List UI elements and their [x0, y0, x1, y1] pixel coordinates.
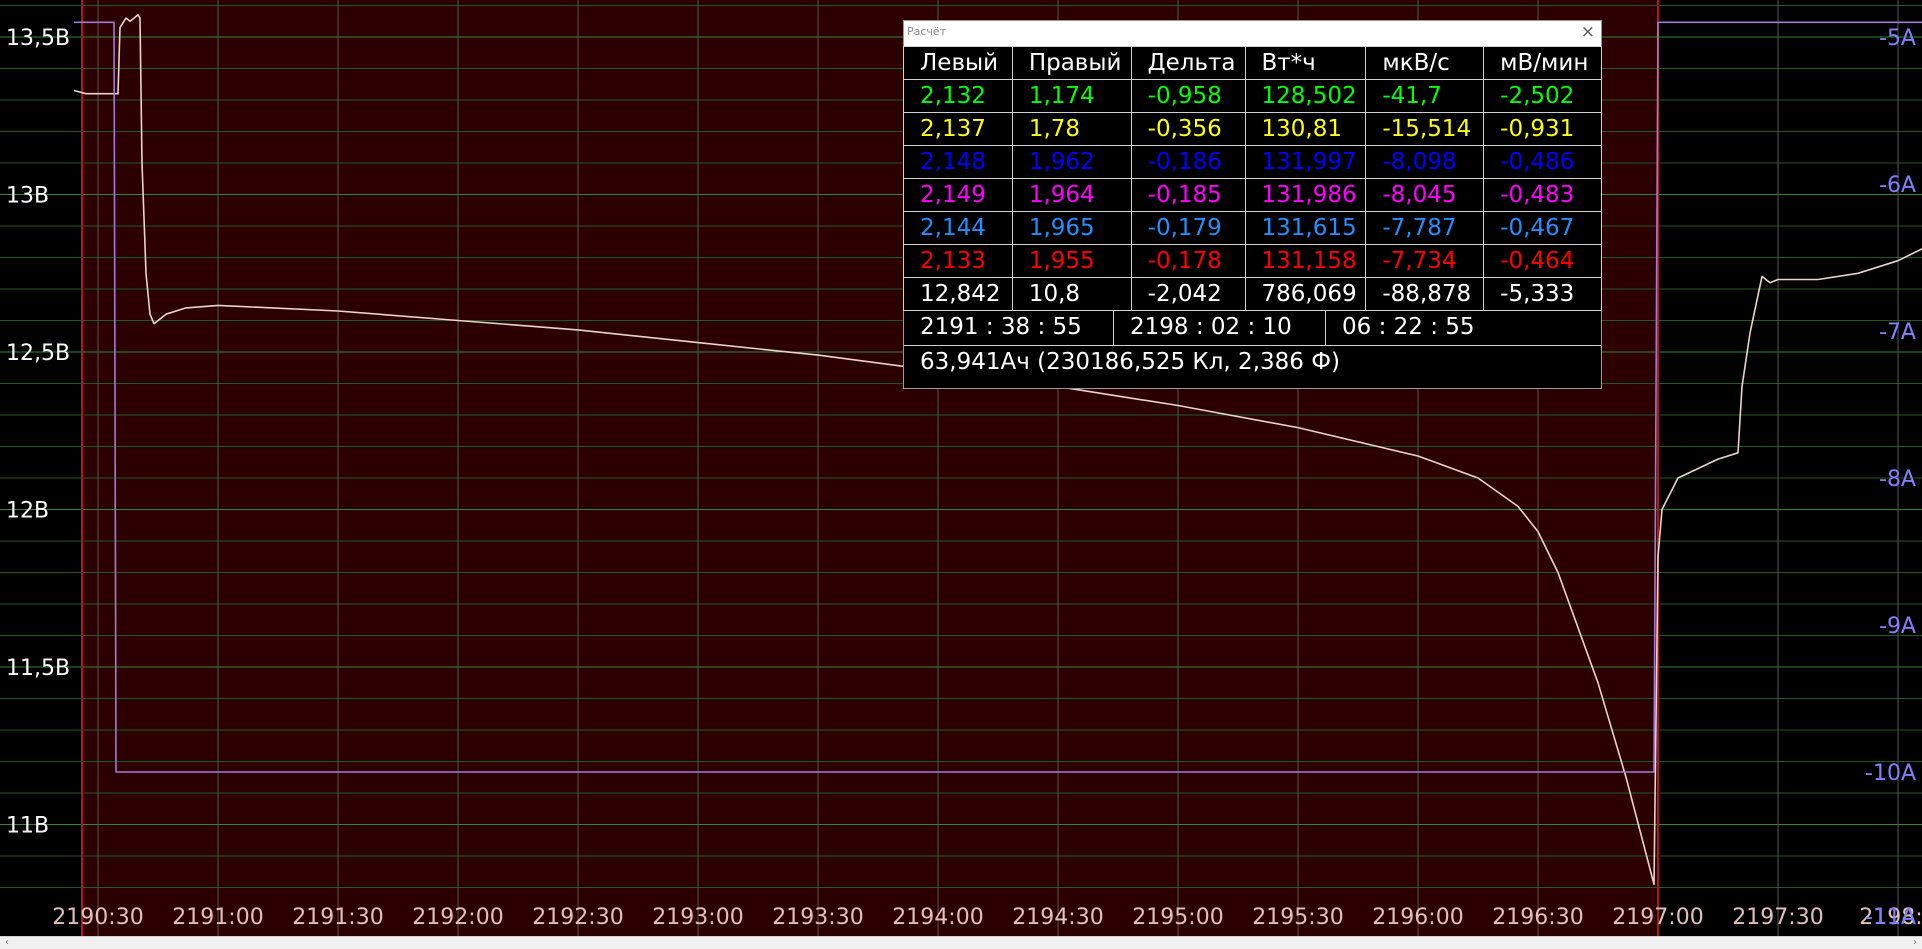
calc-header-cell: Правый	[1011, 46, 1132, 80]
calc-cell: 2,148	[903, 145, 1013, 179]
calc-row: 2,133 1,955 -0,178 131,158 -7,734 -0,464	[903, 244, 1602, 278]
x-tick-label: 2197:30	[1732, 905, 1823, 930]
calc-cell: 2,144	[903, 211, 1013, 245]
calc-header-cell: мВ/мин	[1483, 46, 1602, 80]
calc-cell: -0,931	[1483, 112, 1602, 146]
calc-cell: -0,178	[1130, 244, 1246, 278]
y-left-tick-label: 11,5В	[6, 656, 70, 681]
calc-cell: -0,186	[1130, 145, 1246, 179]
x-tick-label: 2194:30	[1012, 905, 1103, 930]
calc-table: Левый Правый Дельта Вт*ч мкВ/с мВ/мин 2,132 1,1…	[903, 46, 1602, 311]
calc-cell: -0,185	[1130, 178, 1246, 212]
calc-time-duration: 06 : 22 : 55	[1342, 314, 1475, 340]
y-left-tick-label: 12В	[6, 499, 49, 524]
calc-row: 12,842 10,8 -2,042 786,069 -88,878 -5,333	[903, 277, 1602, 311]
calc-cell: 1,965	[1011, 211, 1132, 245]
calc-row: 2,137 1,78 -0,356 130,81 -15,514 -0,931	[903, 112, 1602, 146]
calc-cell: -5,333	[1483, 277, 1602, 311]
calc-cell: -8,045	[1365, 178, 1485, 212]
y-right-tick-label: -7A	[1879, 320, 1916, 345]
calc-header-cell: Левый	[903, 46, 1013, 80]
calc-cell: 128,502	[1244, 79, 1367, 113]
x-tick-label: 2192:00	[412, 905, 503, 930]
calc-cell: -0,467	[1483, 211, 1602, 245]
calc-title: Расчёт	[907, 25, 947, 38]
calc-cell: 786,069	[1244, 277, 1367, 311]
calc-header-row: Левый Правый Дельта Вт*ч мкВ/с мВ/мин	[903, 46, 1602, 80]
calc-cell: 2,132	[903, 79, 1013, 113]
x-tick-label: 2197:00	[1612, 905, 1703, 930]
y-left-tick-label: 13В	[6, 184, 49, 209]
calc-cell: 131,615	[1244, 211, 1367, 245]
calc-cell: -7,734	[1365, 244, 1485, 278]
calc-cell: -0,179	[1130, 211, 1246, 245]
calc-header-cell: мкВ/с	[1365, 46, 1485, 80]
y-right-tick-label: -6A	[1879, 173, 1916, 198]
calc-cell: -0,958	[1130, 79, 1246, 113]
calc-time-end: 2198 : 02 : 10	[1114, 311, 1326, 345]
calc-cell: 131,986	[1244, 178, 1367, 212]
calc-header-cell: Дельта	[1130, 46, 1246, 80]
calc-titlebar[interactable]: Расчёт ×	[904, 21, 1601, 46]
x-tick-label: 2193:30	[772, 905, 863, 930]
y-right-tick-label: -9A	[1879, 614, 1916, 639]
x-tick-label: 2195:00	[1132, 905, 1223, 930]
x-tick-label: 2191:30	[292, 905, 383, 930]
x-tick-label: 2196:30	[1492, 905, 1583, 930]
calc-time-start: 2191 : 38 : 55	[904, 311, 1114, 345]
calc-cell: 2,149	[903, 178, 1013, 212]
calc-cell: 131,997	[1244, 145, 1367, 179]
chevron-left-icon[interactable]: ‹	[0, 937, 14, 949]
y-left-tick-label: 11В	[6, 814, 49, 839]
horizontal-scrollbar[interactable]: ‹ ›	[0, 936, 1922, 949]
calc-cell: -15,514	[1365, 112, 1485, 146]
calc-cell: -2,502	[1483, 79, 1602, 113]
calc-cell: -7,787	[1365, 211, 1485, 245]
calc-row: 2,148 1,962 -0,186 131,997 -8,098 -0,486	[903, 145, 1602, 179]
calc-cell: 2,133	[903, 244, 1013, 278]
calc-cell: 12,842	[903, 277, 1013, 311]
calc-cell: -88,878	[1365, 277, 1485, 311]
y-right-tick-label: -8A	[1879, 467, 1916, 492]
calc-summary: 63,941Ач (230186,525 Кл, 2,386 Ф)	[920, 349, 1340, 375]
x-tick-label: 2195:30	[1252, 905, 1343, 930]
x-tick-label: 2193:00	[652, 905, 743, 930]
calc-cell: -8,098	[1365, 145, 1485, 179]
calc-cell: 1,964	[1011, 178, 1132, 212]
x-tick-label: 2192:30	[532, 905, 623, 930]
calc-cell: 1,174	[1011, 79, 1132, 113]
calc-panel[interactable]: Расчёт × Левый Правый Дельта Вт*ч мкВ/с мВ/ми…	[903, 20, 1602, 389]
calc-times: 2191 : 38 : 55 2198 : 02 : 10 06 : 22 : …	[904, 311, 1601, 346]
calc-cell: -0,483	[1483, 178, 1602, 212]
calc-cell: -0,464	[1483, 244, 1602, 278]
close-icon[interactable]: ×	[1581, 22, 1595, 42]
calc-cell: 131,158	[1244, 244, 1367, 278]
calc-cell: -0,356	[1130, 112, 1246, 146]
calc-cell: 10,8	[1011, 277, 1132, 311]
x-tick-label: 2191:00	[172, 905, 263, 930]
y-left-tick-label: 13,5В	[6, 26, 70, 51]
x-tick-label: 2190:30	[52, 905, 143, 930]
y-left-tick-label: 12,5В	[6, 341, 70, 366]
y-right-tick-label: -5A	[1879, 26, 1916, 51]
calc-cell: 2,137	[903, 112, 1013, 146]
y-right-tick-label: -10A	[1865, 761, 1916, 786]
x-tick-label: 2196:00	[1372, 905, 1463, 930]
calc-header-cell: Вт*ч	[1244, 46, 1367, 80]
calc-cell: -0,486	[1483, 145, 1602, 179]
calc-cell: 130,81	[1244, 112, 1367, 146]
x-tick-label: 2194:00	[892, 905, 983, 930]
calc-cell: -41,7	[1365, 79, 1485, 113]
calc-cell: 1,955	[1011, 244, 1132, 278]
calc-cell: 1,962	[1011, 145, 1132, 179]
calc-cell: -2,042	[1130, 277, 1246, 311]
calc-row: 2,132 1,174 -0,958 128,502 -41,7 -2,502	[903, 79, 1602, 113]
chevron-right-icon[interactable]: ›	[1908, 937, 1922, 949]
calc-row: 2,149 1,964 -0,185 131,986 -8,045 -0,483	[903, 178, 1602, 212]
calc-row: 2,144 1,965 -0,179 131,615 -7,787 -0,467	[903, 211, 1602, 245]
calc-cell: 1,78	[1011, 112, 1132, 146]
y-right-tick-label: -11A	[1865, 905, 1916, 930]
